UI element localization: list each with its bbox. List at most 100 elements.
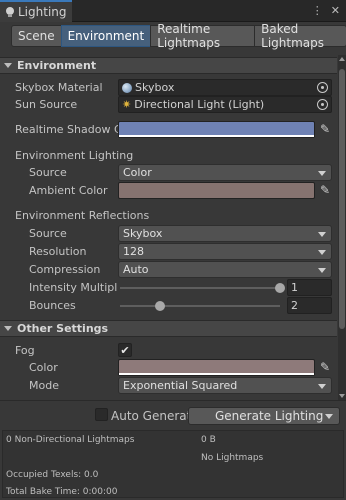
generate-row: Auto Generate Generate Lighting bbox=[0, 406, 346, 426]
lighting-source-row: Source Color bbox=[0, 164, 337, 182]
bounces-label: Bounces bbox=[29, 299, 76, 312]
fog-color-swatch[interactable] bbox=[118, 359, 315, 376]
skybox-material-field[interactable]: Skybox bbox=[118, 79, 332, 96]
eyedropper-icon[interactable]: ✎ bbox=[318, 122, 332, 137]
fog-mode-row: Mode Exponential Squared bbox=[0, 377, 337, 395]
fog-mode-value: Exponential Squared bbox=[123, 379, 238, 392]
lighting-source-dropdown[interactable]: Color bbox=[118, 164, 332, 181]
lighting-tabbar: Scene Environment Realtime Lightmaps Bak… bbox=[11, 22, 346, 50]
kebab-menu-icon[interactable]: ⋮ bbox=[312, 4, 323, 17]
scroll-up-arrow-icon[interactable] bbox=[339, 57, 345, 61]
tab-baked-lightmaps[interactable]: Baked Lightmaps bbox=[254, 22, 346, 50]
fog-color-label: Color bbox=[29, 361, 58, 374]
lighting-source-value: Color bbox=[123, 166, 152, 179]
intensity-multiplier-row: Intensity Multiplie 1 bbox=[0, 279, 337, 297]
bounces-input[interactable]: 2 bbox=[287, 297, 332, 314]
lightmap-stats-panel: 0 Non-Directional Lightmaps 0 B No Light… bbox=[2, 430, 344, 498]
tab-scene[interactable]: Scene bbox=[11, 25, 62, 47]
bounces-row: Bounces 2 bbox=[0, 297, 337, 315]
realtime-shadow-color-label: Realtime Shadow C bbox=[15, 123, 118, 136]
auto-generate-label: Auto Generate bbox=[111, 409, 199, 423]
compression-dropdown[interactable]: Auto bbox=[118, 261, 332, 278]
intensity-slider-thumb[interactable] bbox=[275, 283, 285, 293]
caret-down-icon bbox=[4, 63, 12, 68]
intensity-multiplier-value: 1 bbox=[291, 281, 298, 294]
compression-value: Auto bbox=[123, 263, 149, 276]
other-settings-section-header[interactable]: Other Settings bbox=[0, 320, 337, 337]
compression-label: Compression bbox=[29, 263, 101, 276]
lighting-source-label: Source bbox=[29, 166, 67, 179]
lightmaps-size: 0 B bbox=[201, 435, 216, 445]
close-icon[interactable]: ✕ bbox=[331, 4, 340, 17]
fog-mode-label: Mode bbox=[29, 379, 59, 392]
bounces-value: 2 bbox=[291, 299, 298, 312]
footer-divider bbox=[0, 400, 346, 401]
other-settings-header-label: Other Settings bbox=[17, 322, 109, 335]
object-picker-icon[interactable] bbox=[317, 82, 328, 93]
skybox-material-label: Skybox Material bbox=[15, 81, 103, 94]
scroll-down-arrow-icon[interactable] bbox=[339, 394, 345, 398]
occupied-texels: Occupied Texels: 0.0 bbox=[6, 470, 99, 480]
resolution-label: Resolution bbox=[29, 245, 87, 258]
resolution-value: 128 bbox=[123, 245, 144, 258]
fog-mode-dropdown[interactable]: Exponential Squared bbox=[118, 377, 332, 394]
realtime-shadow-color-swatch[interactable] bbox=[118, 121, 315, 138]
fog-label: Fog bbox=[15, 344, 35, 357]
reflection-source-value: Skybox bbox=[123, 227, 163, 240]
bounces-slider-thumb[interactable] bbox=[155, 301, 165, 311]
vertical-scrollbar[interactable] bbox=[338, 55, 346, 400]
object-picker-icon[interactable] bbox=[317, 99, 328, 110]
environment-reflections-title: Environment Reflections bbox=[15, 209, 150, 222]
light-icon: ✷ bbox=[122, 98, 132, 111]
compression-row: Compression Auto bbox=[0, 261, 337, 279]
reflection-source-row: Source Skybox bbox=[0, 225, 337, 243]
environment-lighting-title-row: Environment Lighting bbox=[0, 147, 337, 165]
environment-reflections-title-row: Environment Reflections bbox=[0, 207, 337, 225]
window-titlebar: Lighting ⋮ ✕ bbox=[0, 0, 346, 22]
chevron-down-icon bbox=[318, 250, 326, 255]
reflection-source-dropdown[interactable]: Skybox bbox=[118, 225, 332, 242]
reflection-source-label: Source bbox=[29, 227, 67, 240]
environment-section-header[interactable]: Environment bbox=[0, 57, 337, 74]
chevron-down-icon bbox=[318, 171, 326, 176]
fog-color-row: Color ✎ bbox=[0, 359, 337, 377]
eyedropper-icon[interactable]: ✎ bbox=[318, 360, 332, 375]
resolution-dropdown[interactable]: 128 bbox=[118, 243, 332, 260]
fog-checkbox[interactable]: ✔ bbox=[118, 343, 132, 357]
tab-environment[interactable]: Environment bbox=[60, 25, 152, 47]
intensity-slider-track[interactable] bbox=[120, 287, 280, 289]
sun-source-label: Sun Source bbox=[15, 98, 78, 111]
generate-lighting-button[interactable]: Generate Lighting bbox=[188, 407, 340, 425]
ambient-color-label: Ambient Color bbox=[29, 184, 108, 197]
scrollbar-thumb[interactable] bbox=[339, 69, 345, 329]
skybox-material-value: Skybox bbox=[135, 81, 175, 94]
lightbulb-icon bbox=[6, 6, 14, 18]
sun-source-value: Directional Light (Light) bbox=[134, 98, 265, 111]
lighting-window-tab[interactable]: Lighting bbox=[0, 0, 72, 22]
chevron-down-icon bbox=[318, 384, 326, 389]
fog-row: Fog ✔ bbox=[0, 342, 337, 360]
window-controls: ⋮ ✕ bbox=[312, 4, 340, 17]
resolution-row: Resolution 128 bbox=[0, 243, 337, 261]
total-bake-time: Total Bake Time: 0:00:00 bbox=[6, 487, 118, 497]
inspector-content: Environment Skybox Material Skybox Sun S… bbox=[0, 55, 346, 400]
ambient-color-row: Ambient Color ✎ bbox=[0, 182, 337, 200]
skybox-material-row: Skybox Material Skybox bbox=[0, 79, 337, 97]
chevron-down-icon bbox=[318, 268, 326, 273]
intensity-multiplier-label: Intensity Multiplie bbox=[29, 281, 117, 294]
chevron-down-icon[interactable] bbox=[325, 414, 333, 419]
environment-header-label: Environment bbox=[17, 59, 97, 72]
bounces-slider-track[interactable] bbox=[120, 305, 280, 307]
intensity-multiplier-input[interactable]: 1 bbox=[287, 279, 332, 296]
eyedropper-icon[interactable]: ✎ bbox=[318, 183, 332, 198]
no-lightmaps-text: No Lightmaps bbox=[201, 453, 264, 463]
tab-realtime-lightmaps[interactable]: Realtime Lightmaps bbox=[150, 22, 256, 50]
material-sphere-icon bbox=[122, 82, 132, 93]
sun-source-field[interactable]: ✷ Directional Light (Light) bbox=[118, 96, 332, 113]
auto-generate-checkbox[interactable] bbox=[95, 408, 108, 421]
chevron-down-icon bbox=[318, 232, 326, 237]
checkmark-icon: ✔ bbox=[120, 344, 130, 357]
window-tab-title: Lighting bbox=[18, 5, 67, 19]
environment-lighting-title: Environment Lighting bbox=[15, 149, 134, 162]
ambient-color-swatch[interactable] bbox=[118, 182, 315, 199]
